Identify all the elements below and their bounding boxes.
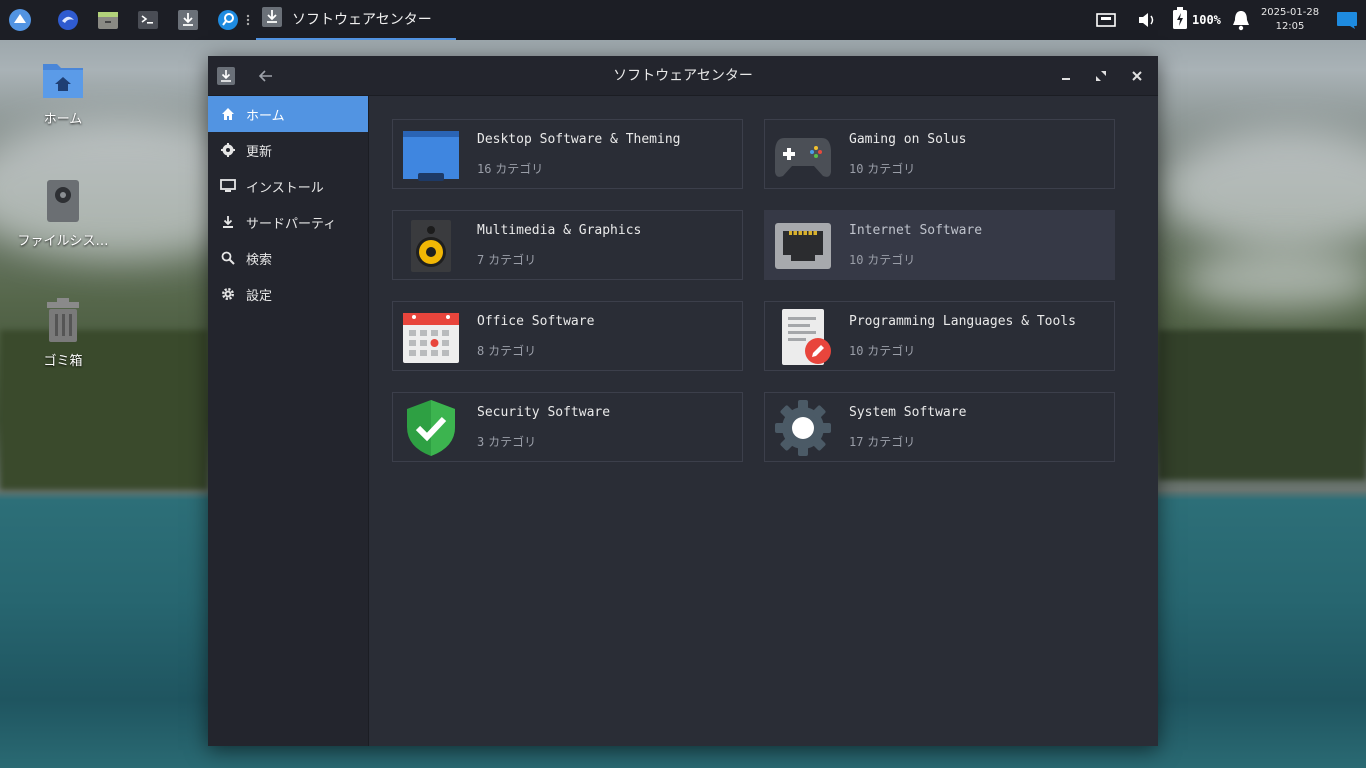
category-count: 16 カテゴリ [477,162,544,176]
search-icon [220,250,236,266]
software-center-window: ソフトウェアセンター ホーム 更新 インストール サードパーティ 検索 設定 D… [208,56,1158,746]
gamepad-icon [773,126,833,184]
maximize-icon [1096,71,1106,81]
clock[interactable]: 2025-01-28 12:05 [1258,6,1322,34]
category-title: Internet Software [849,223,983,238]
category-title: Office Software [477,314,595,329]
desktop-theming-icon [401,126,461,184]
window-title: ソフトウェアセンター [613,68,753,84]
category-card-internet[interactable]: Internet Software 10 カテゴリ [764,210,1115,280]
terminal-icon[interactable] [136,8,160,32]
category-title: Multimedia & Graphics [477,223,642,238]
ethernet-port-icon [773,217,833,275]
browser-icon[interactable] [56,8,80,32]
desktop-item-home[interactable]: ホーム [13,58,113,127]
taskbar-task-label: ソフトウェアセンター [292,12,432,28]
home-folder-icon [13,58,113,102]
solus-menu-icon[interactable] [8,8,32,32]
desktop-item-trash[interactable]: ゴミ箱 [13,298,113,369]
sidebar-item-updates[interactable]: 更新 [208,132,368,168]
desktop-item-label: ゴミ箱 [43,354,83,369]
category-count: 3 カテゴリ [477,435,537,449]
sidebar-item-label: 更新 [246,144,273,160]
category-card-gaming[interactable]: Gaming on Solus 10 カテゴリ [764,119,1115,189]
raven-panel-icon[interactable] [1336,0,1358,40]
category-count: 8 カテゴリ [477,344,537,358]
monitor-icon [220,178,236,194]
software-center-launcher-icon[interactable] [176,8,200,32]
category-title: System Software [849,405,967,420]
search-app-icon[interactable] [216,8,240,32]
sidebar-item-settings[interactable]: 設定 [208,276,368,312]
desktop-item-filesystem[interactable]: ファイルシス… [13,178,113,249]
battery-indicator[interactable]: 100% [1172,0,1221,40]
category-grid: Desktop Software & Theming 16 カテゴリ Gamin… [369,96,1158,746]
software-center-icon [262,7,282,31]
close-button[interactable] [1125,64,1149,88]
sidebar-item-label: 設定 [246,288,273,304]
category-count: 10 カテゴリ [849,253,916,267]
trash-icon [13,298,113,344]
category-card-office[interactable]: Office Software 8 カテゴリ [392,301,743,371]
desktop-item-label: ファイルシス… [17,234,109,249]
category-count: 7 カテゴリ [477,253,537,267]
minimize-button[interactable] [1054,64,1078,88]
sidebar-item-home[interactable]: ホーム [208,96,368,132]
sidebar-item-label: サードパーティ [246,216,337,232]
category-title: Desktop Software & Theming [477,132,681,147]
network-icon[interactable] [1096,0,1116,40]
sidebar-item-search[interactable]: 検索 [208,240,368,276]
sidebar-item-label: インストール [246,180,324,196]
minimize-icon [1062,78,1070,80]
system-gear-icon [773,399,833,457]
update-gear-icon [220,142,236,158]
category-card-desktop[interactable]: Desktop Software & Theming 16 カテゴリ [392,119,743,189]
file-manager-icon[interactable] [96,8,120,32]
home-icon [220,106,236,122]
category-count: 10 カテゴリ [849,344,916,358]
speaker-icon [401,217,461,275]
category-count: 10 カテゴリ [849,162,916,176]
sidebar-item-label: ホーム [246,108,285,124]
separator-dots-icon [242,8,254,32]
battery-icon [1172,7,1188,33]
category-card-security[interactable]: Security Software 3 カテゴリ [392,392,743,462]
category-card-programming[interactable]: Programming Languages & Tools 10 カテゴリ [764,301,1115,371]
volume-icon[interactable] [1137,0,1157,40]
window-titlebar[interactable]: ソフトウェアセンター [208,56,1158,96]
sidebar-item-installed[interactable]: インストール [208,168,368,204]
category-title: Programming Languages & Tools [849,314,1076,329]
maximize-button[interactable] [1089,64,1113,88]
sidebar-item-label: 検索 [246,252,273,268]
category-card-system[interactable]: System Software 17 カテゴリ [764,392,1115,462]
taskbar-task-software-center[interactable]: ソフトウェアセンター [256,0,456,40]
notifications-bell-icon[interactable] [1230,0,1252,40]
category-title: Security Software [477,405,611,420]
clock-time: 12:05 [1275,21,1305,32]
category-count: 17 カテゴリ [849,435,916,449]
taskbar: ソフトウェアセンター 100% 2025-01-28 12:05 [0,0,1366,40]
category-title: Gaming on Solus [849,132,967,147]
download-icon [220,214,236,230]
category-card-multimedia[interactable]: Multimedia & Graphics 7 カテゴリ [392,210,743,280]
calendar-icon [401,308,461,366]
drive-icon [13,178,113,224]
settings-icon [220,286,236,302]
sidebar: ホーム 更新 インストール サードパーティ 検索 設定 [208,96,369,746]
clock-date: 2025-01-28 [1260,7,1320,18]
sidebar-item-third-party[interactable]: サードパーティ [208,204,368,240]
close-icon [1132,71,1142,81]
desktop-item-label: ホーム [43,112,83,127]
security-shield-icon [401,399,461,457]
battery-percentage: 100% [1192,13,1221,27]
code-document-pencil-icon [773,308,833,366]
